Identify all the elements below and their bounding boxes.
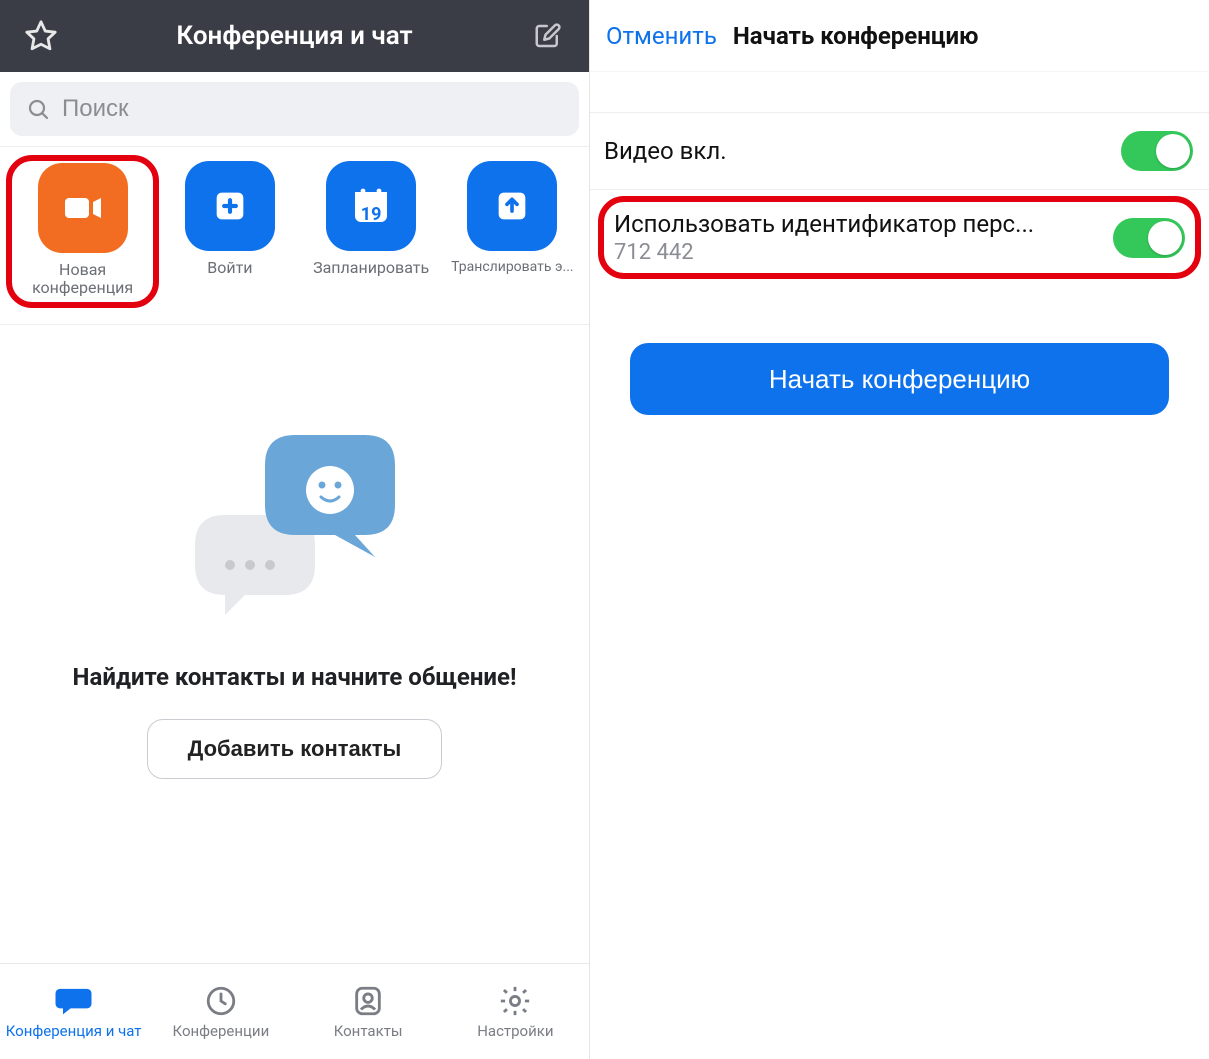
plus-icon [185, 161, 275, 251]
calendar-icon: 19 [326, 161, 416, 251]
upload-icon [467, 161, 557, 251]
tab-label: Контакты [334, 1022, 403, 1040]
left-header: Конференция и чат [0, 0, 589, 72]
empty-state: Найдите контакты и начните общение! Доба… [0, 325, 589, 963]
video-icon [38, 163, 128, 253]
search-field[interactable] [10, 82, 579, 136]
action-label: Войти [207, 259, 252, 277]
action-label: Новая конференция [18, 261, 148, 298]
gear-icon [498, 984, 532, 1018]
chat-icon [54, 984, 94, 1018]
action-join[interactable]: Войти [159, 155, 300, 308]
setting-label: Видео вкл. [604, 137, 1109, 165]
search-container [0, 72, 589, 146]
cancel-button[interactable]: Отменить [606, 22, 717, 50]
chat-illustration [175, 435, 415, 635]
clock-icon [204, 984, 238, 1018]
page-title: Конференция и чат [62, 21, 527, 51]
action-schedule[interactable]: 19 Запланировать [301, 155, 442, 308]
quick-actions: Новая конференция Войти 19 Запланировать… [0, 146, 589, 325]
search-input[interactable] [62, 95, 563, 123]
add-contacts-button[interactable]: Добавить контакты [147, 719, 443, 779]
tab-contacts[interactable]: Контакты [295, 964, 442, 1059]
start-meeting-button[interactable]: Начать конференцию [630, 343, 1169, 415]
tab-label: Настройки [477, 1022, 553, 1040]
tab-label: Конференции [173, 1022, 270, 1040]
compose-icon[interactable] [527, 15, 569, 57]
action-label: Транслировать э... [451, 259, 573, 275]
search-icon [26, 97, 50, 121]
action-label: Запланировать [313, 259, 429, 277]
toggle-use-pmi[interactable] [1113, 218, 1185, 258]
contacts-icon [351, 984, 385, 1018]
tab-meetings[interactable]: Конференции [147, 964, 294, 1059]
empty-headline: Найдите контакты и начните общение! [73, 663, 517, 691]
setting-label: Использовать идентификатор перс... [614, 210, 1101, 238]
setting-video-on: Видео вкл. [590, 112, 1209, 190]
left-pane: Конференция и чат Новая конференция Войт… [0, 0, 590, 1059]
toggle-video-on[interactable] [1121, 131, 1193, 171]
right-header: Отменить Начать конференцию [590, 0, 1209, 72]
pmi-value: 712 442 [614, 240, 1101, 265]
calendar-day: 19 [361, 204, 382, 225]
tab-label: Конференция и чат [6, 1022, 142, 1040]
star-icon[interactable] [20, 15, 62, 57]
action-new-meeting[interactable]: Новая конференция [6, 155, 159, 308]
tab-settings[interactable]: Настройки [442, 964, 589, 1059]
tab-chat[interactable]: Конференция и чат [0, 964, 147, 1059]
setting-use-pmi: Использовать идентификатор перс... 712 4… [598, 196, 1201, 279]
tab-bar: Конференция и чат Конференции Контакты Н… [0, 963, 589, 1059]
action-share-screen[interactable]: Транслировать э... [442, 155, 583, 308]
modal-title: Начать конференцию [733, 22, 1193, 50]
right-pane: Отменить Начать конференцию Видео вкл. И… [590, 0, 1209, 1059]
